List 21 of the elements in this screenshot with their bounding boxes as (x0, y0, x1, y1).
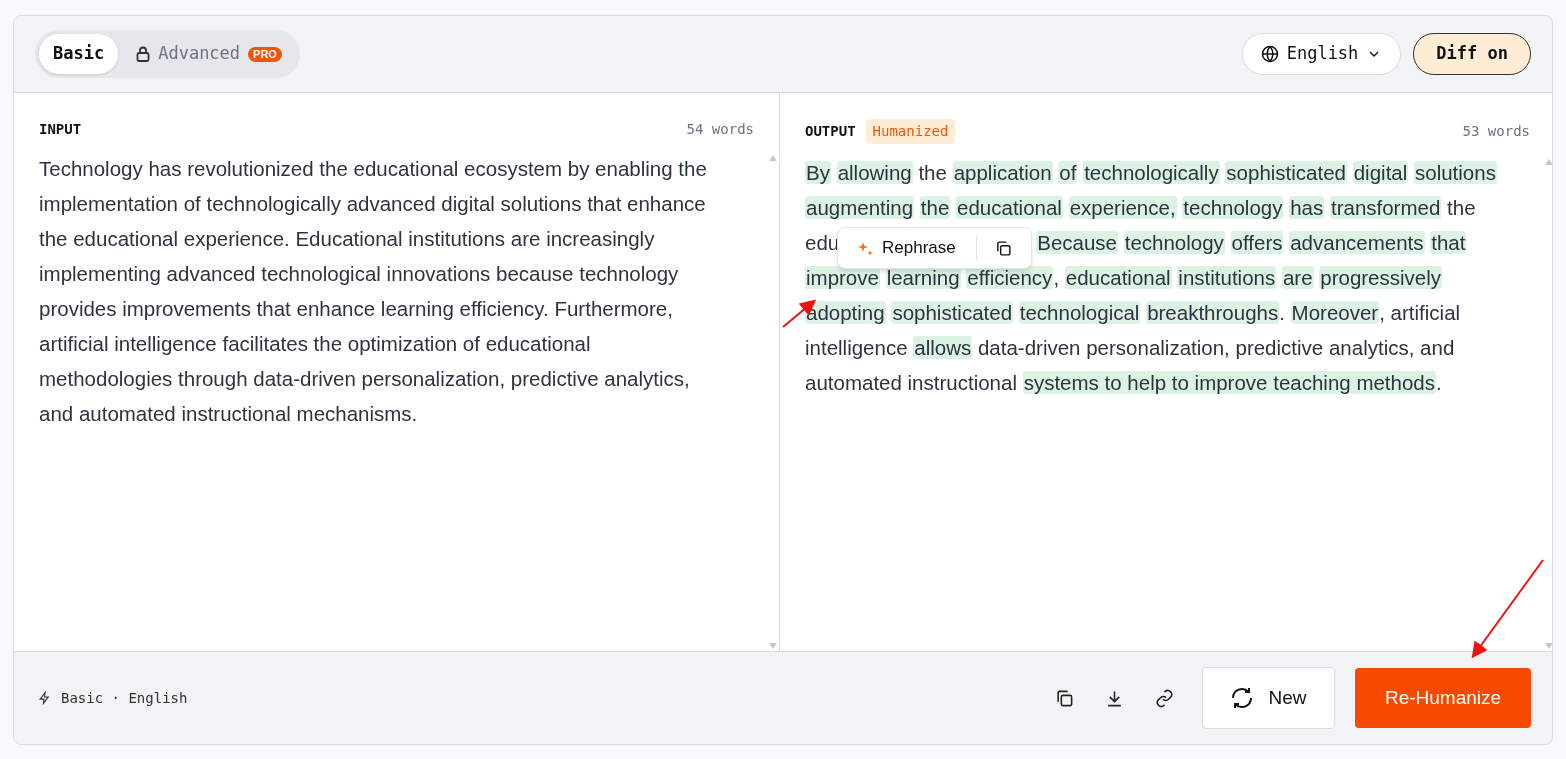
word-count: 54 words (686, 120, 754, 139)
status-text: Basic · English (61, 688, 188, 708)
new-button[interactable]: New (1202, 667, 1335, 729)
mode-tab[interactable]: Advanced PRO (122, 34, 296, 74)
link-icon (1154, 688, 1174, 708)
panel-title: INPUT (39, 120, 82, 139)
panel-title: OUTPUT (805, 122, 856, 141)
refresh-icon (1230, 686, 1255, 710)
input-text[interactable]: Technology has revolutionized the educational ecosystem by enabling the implementation of technologically advanced digital solutions that enhance the educational experience. Educational institutions are increasingly implementing advanced technological innovations because technology provides improvements that enhance learning efficiency. Furthermore, artificial intelligence facilitates the optimization of educational methodologies through data-driven personalization, predictive analytics, and automated instructional mechanisms. (39, 151, 754, 431)
lock-icon (136, 46, 151, 62)
status-badge: Humanized (865, 119, 956, 144)
word-count: 53 words (1462, 122, 1530, 141)
language-dropdown[interactable]: English (1241, 33, 1402, 75)
lightning-icon (38, 691, 51, 705)
globe-icon (1260, 45, 1279, 63)
diff-toggle[interactable]: Diff on (1413, 33, 1531, 75)
mode-tab[interactable]: Basic (39, 34, 119, 74)
copy-icon (995, 239, 1013, 257)
copy-icon (1054, 688, 1074, 708)
re-humanize-button[interactable]: Re-Humanize (1355, 668, 1531, 728)
pro-badge: PRO (248, 46, 282, 62)
